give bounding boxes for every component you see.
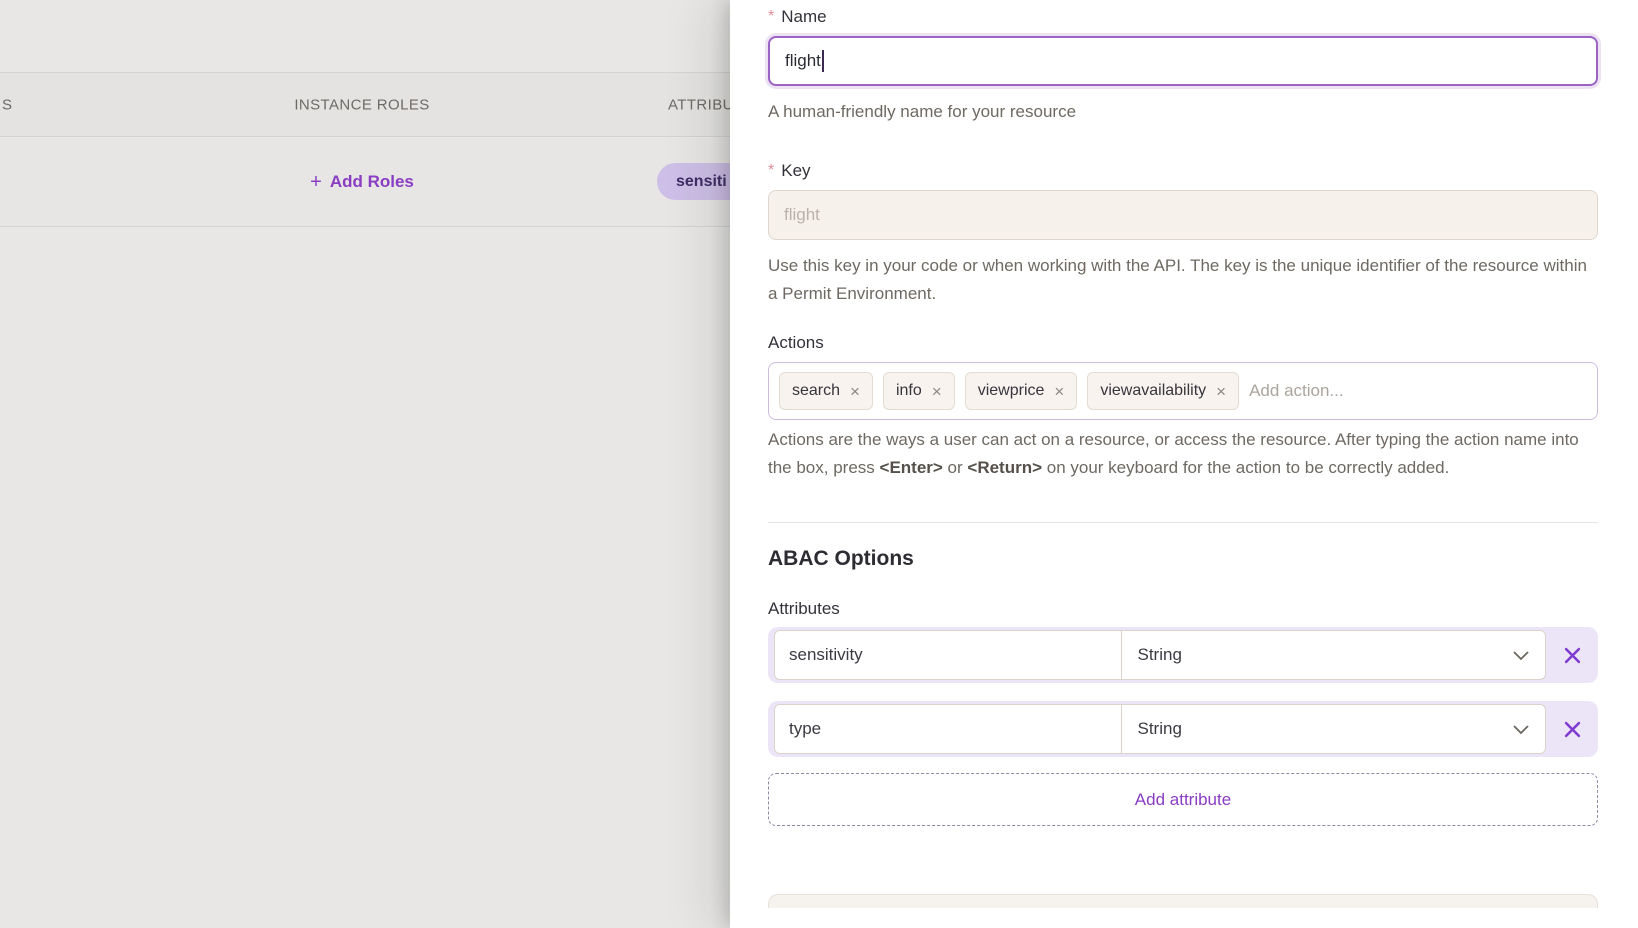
section-divider: [768, 522, 1598, 523]
action-tag-label: info: [896, 382, 922, 400]
key-field-label: * Key: [768, 160, 1598, 182]
name-helper-text: A human-friendly name for your resource: [768, 98, 1596, 126]
remove-tag-icon[interactable]: ×: [1054, 383, 1064, 400]
name-input-value: flight: [785, 51, 821, 71]
attribute-type-value: String: [1138, 719, 1182, 739]
actions-tag-box[interactable]: search × info × viewprice × viewavailabi…: [768, 362, 1598, 420]
enter-key-hint: <Enter>: [880, 458, 943, 477]
attribute-name-input[interactable]: [775, 631, 1122, 679]
attribute-fields: String: [774, 630, 1546, 680]
remove-attribute-button[interactable]: [1546, 721, 1598, 738]
add-attribute-button[interactable]: Add attribute: [768, 773, 1598, 826]
key-label-text: Key: [781, 161, 810, 181]
chevron-down-icon: [1513, 651, 1529, 660]
actions-helper-part: or: [943, 458, 968, 477]
action-tag-label: viewavailability: [1100, 382, 1206, 400]
remove-tag-icon[interactable]: ×: [932, 383, 942, 400]
action-tag-label: search: [792, 382, 840, 400]
plus-icon: +: [310, 172, 322, 192]
abac-options-heading: ABAC Options: [768, 547, 1598, 571]
chevron-down-icon: [1513, 725, 1529, 734]
next-section-top-edge: [768, 894, 1598, 908]
add-roles-label: Add Roles: [330, 172, 414, 192]
remove-tag-icon[interactable]: ×: [850, 383, 860, 400]
attributes-label: Attributes: [768, 599, 1598, 619]
table-header-instance-roles: INSTANCE ROLES: [232, 96, 492, 113]
actions-label-text: Actions: [768, 333, 824, 353]
attribute-row: String: [768, 701, 1598, 757]
attribute-type-select[interactable]: String: [1122, 631, 1546, 679]
action-tag-viewavailability: viewavailability ×: [1087, 372, 1239, 410]
attribute-type-select[interactable]: String: [1122, 705, 1546, 753]
required-asterisk: *: [768, 8, 774, 26]
return-key-hint: <Return>: [967, 458, 1042, 477]
action-tag-viewprice: viewprice ×: [965, 372, 1078, 410]
actions-helper-part: on your keyboard for the action to be co…: [1042, 458, 1449, 477]
remove-attribute-button[interactable]: [1546, 647, 1598, 664]
name-input[interactable]: flight: [768, 36, 1598, 86]
attribute-row: String: [768, 627, 1598, 683]
actions-helper-text: Actions are the ways a user can act on a…: [768, 426, 1596, 482]
table-header-truncated: S: [2, 96, 12, 113]
action-tag-search: search ×: [779, 372, 873, 410]
remove-tag-icon[interactable]: ×: [1216, 383, 1226, 400]
close-icon: [1564, 721, 1581, 738]
key-input: [768, 190, 1598, 240]
required-asterisk: *: [768, 162, 774, 180]
close-icon: [1564, 647, 1581, 664]
key-helper-text: Use this key in your code or when workin…: [768, 252, 1596, 308]
attribute-fields: String: [774, 704, 1546, 754]
name-label-text: Name: [781, 7, 826, 27]
action-tag-label: viewprice: [978, 382, 1045, 400]
resource-edit-drawer: * Name flight A human-friendly name for …: [730, 0, 1638, 928]
add-action-input[interactable]: [1249, 381, 1587, 401]
attribute-name-input[interactable]: [775, 705, 1122, 753]
add-roles-button[interactable]: + Add Roles: [232, 172, 492, 192]
action-tag-info: info ×: [883, 372, 955, 410]
attribute-type-value: String: [1138, 645, 1182, 665]
text-caret: [822, 50, 824, 72]
actions-field-label: Actions: [768, 332, 1598, 354]
name-field-label: * Name: [768, 6, 1598, 28]
